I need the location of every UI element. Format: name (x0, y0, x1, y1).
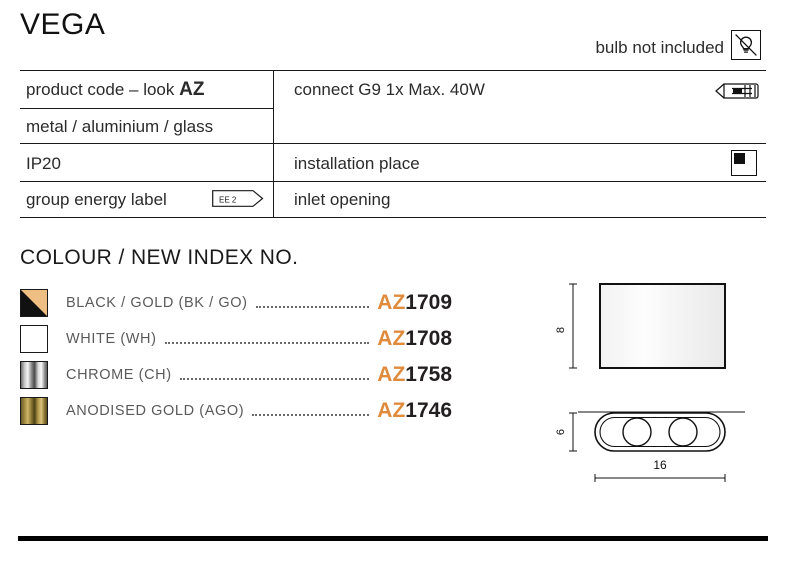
product-code: AZ1746 (377, 399, 452, 423)
cell-product-code: product code – look AZ (26, 80, 204, 100)
product-code-prefix: AZ (377, 363, 406, 386)
colour-name: BLACK / GOLD (BK / GO) (66, 295, 248, 311)
cell-materials: metal / aluminium / glass (26, 117, 214, 136)
bottom-divider (18, 536, 768, 541)
wall-mount-icon (731, 150, 757, 176)
table-rule-lower (20, 181, 766, 182)
cell-connect: connect G9 1x Max. 40W (294, 80, 485, 99)
product-code: AZ1709 (377, 291, 452, 315)
list-item[interactable]: WHITE (WH) AZ1708 (20, 321, 452, 357)
dot-leader (179, 378, 370, 380)
product-code-number: 1746 (405, 399, 452, 422)
product-code: AZ1708 (377, 327, 452, 351)
no-bulb-icon (731, 30, 761, 60)
product-code-label: product code – look (26, 80, 180, 99)
colour-section-heading: COLOUR / NEW INDEX NO. (20, 246, 299, 269)
colour-name: WHITE (WH) (66, 331, 157, 347)
dot-leader (164, 342, 370, 344)
dot-leader (255, 306, 370, 308)
product-code-prefix: AZ (377, 327, 406, 350)
colour-name: ANODISED GOLD (AGO) (66, 403, 245, 419)
page-title: VEGA (20, 8, 106, 41)
cell-inlet-opening: inlet opening (294, 190, 391, 209)
bottom-view-width-label: 16 (653, 458, 667, 472)
table-rule-left-1 (20, 108, 273, 109)
list-item[interactable]: BLACK / GOLD (BK / GO) AZ1709 (20, 285, 452, 321)
energy-label-badge: EE 2 (212, 190, 264, 207)
technical-drawings: 8 6 16 (540, 270, 786, 490)
bottom-view-height-label: 6 (555, 429, 567, 435)
colour-name: CHROME (CH) (66, 367, 172, 383)
product-code-prefix: AZ (377, 399, 406, 422)
swatch-black-gold (20, 289, 48, 317)
swatch-chrome (20, 361, 48, 389)
spec-table: product code – look AZ metal / aluminium… (20, 70, 766, 218)
energy-label-text: EE 2 (219, 195, 237, 204)
dot-leader (252, 414, 370, 416)
list-item[interactable]: ANODISED GOLD (AGO) AZ1746 (20, 393, 452, 429)
table-rule-mid (20, 143, 766, 144)
colour-list: BLACK / GOLD (BK / GO) AZ1709 WHITE (WH)… (20, 285, 452, 429)
swatch-white (20, 325, 48, 353)
g9-lamp-icon (712, 80, 764, 102)
cell-ip-rating: IP20 (26, 154, 61, 173)
swatch-anodised-gold (20, 397, 48, 425)
cell-energy-label: group energy label (26, 190, 167, 209)
product-code-number: 1758 (405, 363, 452, 386)
bulb-not-included-label: bulb not included (595, 38, 724, 57)
front-view-height-label: 8 (555, 327, 567, 333)
product-code-accent: AZ (179, 79, 205, 100)
cell-installation-place: installation place (294, 154, 420, 173)
product-code-number: 1709 (405, 291, 452, 314)
product-code: AZ1758 (377, 363, 452, 387)
table-column-divider (273, 70, 274, 218)
table-rule-bottom (20, 217, 766, 218)
product-code-number: 1708 (405, 327, 452, 350)
list-item[interactable]: CHROME (CH) AZ1758 (20, 357, 452, 393)
product-code-prefix: AZ (377, 291, 406, 314)
table-rule-top (20, 70, 766, 71)
